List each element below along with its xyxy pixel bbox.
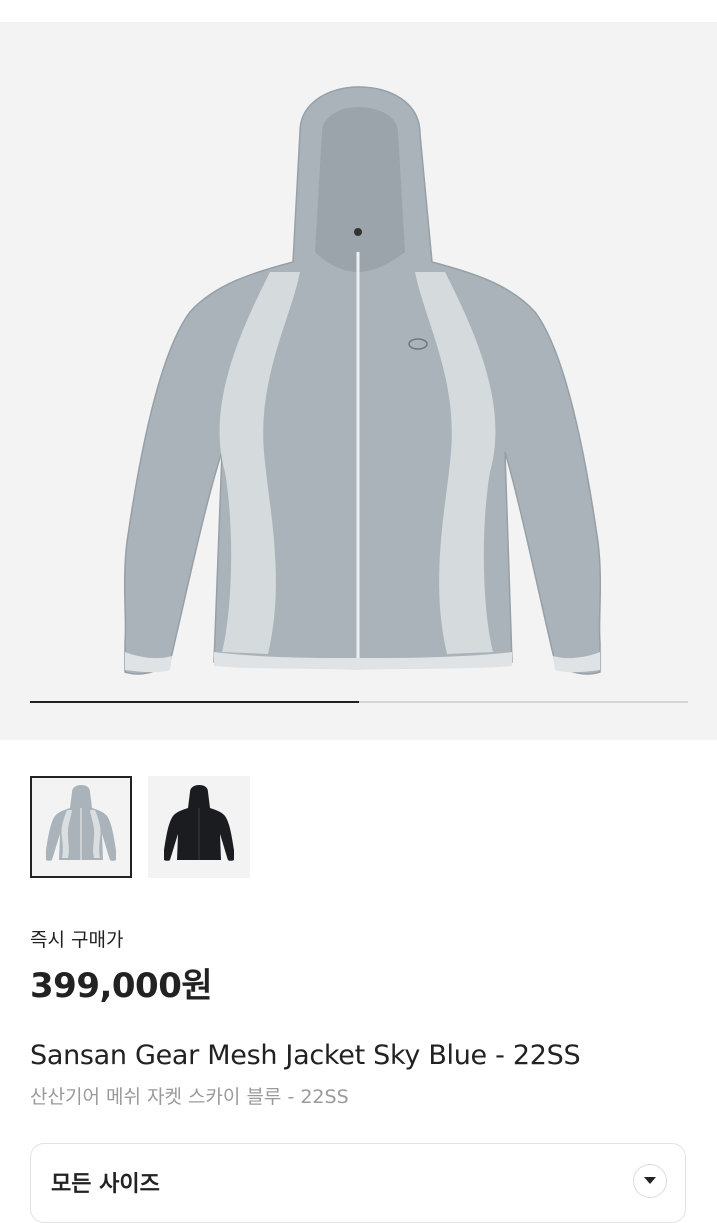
jacket-thumbnail-sky-blue: [46, 785, 116, 861]
size-select-label: 모든 사이즈: [51, 1172, 160, 1197]
price-value: 399,000원: [30, 966, 213, 1006]
thumbnail-black[interactable]: [148, 776, 250, 878]
size-select[interactable]: 모든 사이즈: [30, 1143, 686, 1223]
product-name-ko: 산산기어 메쉬 자켓 스카이 블루 - 22SS: [30, 1086, 349, 1108]
jacket-thumbnail-black: [164, 785, 234, 861]
chevron-down-icon[interactable]: [633, 1164, 667, 1198]
price-label: 즉시 구매가: [30, 929, 124, 951]
jacket-illustration: [123, 86, 602, 675]
image-carousel-progress-fill: [30, 701, 359, 703]
image-carousel-progress: [30, 701, 688, 703]
product-name-en: Sansan Gear Mesh Jacket Sky Blue - 22SS: [30, 1040, 581, 1071]
thumbnail-sky-blue[interactable]: [30, 776, 132, 878]
product-main-image[interactable]: [0, 22, 717, 740]
